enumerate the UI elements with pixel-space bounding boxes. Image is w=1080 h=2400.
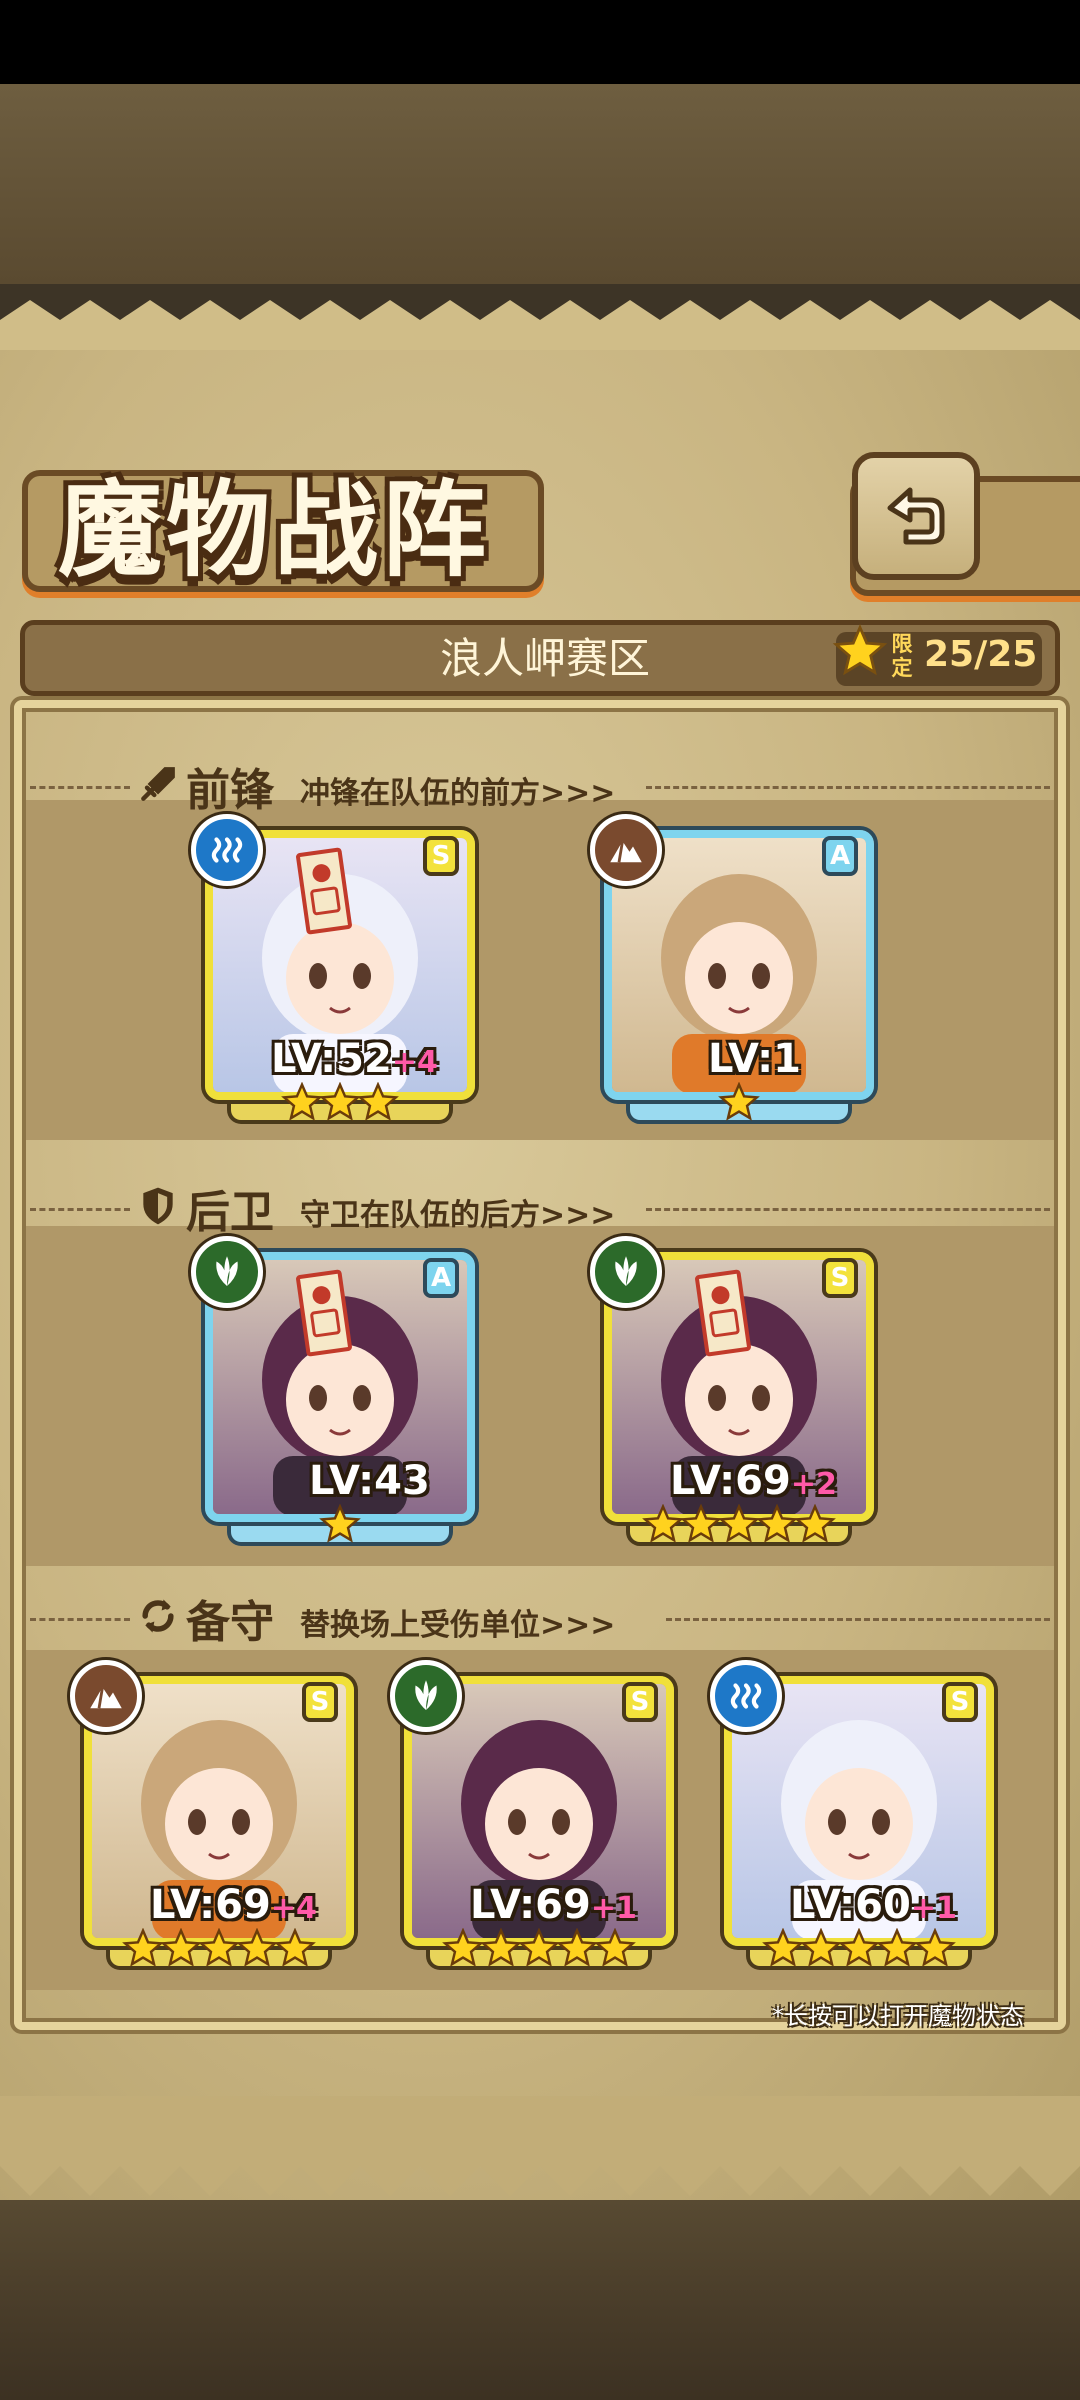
section-divider [646, 1208, 1050, 1211]
page-title: 魔物战阵 [58, 468, 491, 591]
star-icon [838, 1928, 880, 1967]
sword-icon [141, 767, 175, 801]
star-icon [556, 1928, 598, 1967]
level-value: LV:1 [708, 1036, 801, 1082]
earth-element-icon [590, 814, 662, 886]
level-label: LV:52+4 [271, 1036, 438, 1082]
level-label: LV:69+4 [150, 1882, 317, 1928]
level-value: LV:43 [309, 1458, 430, 1504]
level-bonus: +4 [391, 1045, 438, 1080]
star-rating [724, 1928, 994, 1970]
map-background-top [0, 84, 1080, 284]
star-icon [762, 1928, 804, 1967]
star-icon [122, 1928, 164, 1967]
level-bonus: +1 [910, 1891, 957, 1926]
section-divider [30, 1618, 130, 1621]
section-title: 备守 [186, 1597, 274, 1648]
star-icon [274, 1928, 316, 1967]
shield-icon [143, 1187, 173, 1225]
level-label: LV:69+2 [670, 1458, 837, 1504]
level-label: LV:60+1 [790, 1882, 957, 1928]
level-bonus: +1 [590, 1891, 637, 1926]
limit-label: 限定 [891, 632, 913, 680]
star-icon [756, 1504, 798, 1543]
star-rating [205, 1082, 475, 1124]
return-arrow-icon [887, 487, 945, 545]
star-icon [594, 1928, 636, 1967]
section-divider [30, 786, 130, 789]
back-button[interactable] [852, 452, 980, 580]
star-rating [205, 1504, 475, 1546]
star-icon [480, 1928, 522, 1967]
level-value: LV:69 [670, 1458, 791, 1504]
star-rating [84, 1928, 354, 1970]
rank-badge: A [822, 836, 858, 876]
torn-edge-bottom [0, 2096, 1080, 2196]
star-icon [800, 1928, 842, 1967]
rank-badge: S [302, 1682, 338, 1722]
star-rating [404, 1928, 674, 1970]
rank-badge: A [423, 1258, 459, 1298]
star-icon [642, 1504, 684, 1543]
star-rating [604, 1082, 874, 1124]
star-icon [319, 1504, 361, 1543]
section-title: 前锋 [186, 765, 274, 816]
star-icon [357, 1082, 399, 1121]
grass-element-icon [390, 1660, 462, 1732]
rearguard-slab [26, 1226, 1054, 1566]
swap-icon [142, 1599, 174, 1633]
grass-element-icon [191, 1236, 263, 1308]
rank-badge: S [622, 1682, 658, 1722]
torn-edge-top [0, 300, 1080, 350]
level-value: LV:52 [271, 1036, 392, 1082]
rank-badge: S [822, 1258, 858, 1298]
star-icon [281, 1082, 323, 1121]
star-rating [604, 1504, 874, 1546]
limit-star-icon [832, 624, 888, 676]
rank-badge: S [423, 836, 459, 876]
star-icon [442, 1928, 484, 1967]
star-icon [236, 1928, 278, 1967]
section-subtitle: 替换场上受伤单位>>> [300, 1608, 616, 1643]
star-icon [718, 1504, 760, 1543]
level-value: LV:69 [470, 1882, 591, 1928]
section-divider [30, 1208, 130, 1211]
level-label: LV:43 [309, 1458, 430, 1504]
level-value: LV:69 [150, 1882, 271, 1928]
earth-element-icon [70, 1660, 142, 1732]
star-icon [876, 1928, 918, 1967]
star-icon [319, 1082, 361, 1121]
section-divider [646, 786, 1050, 789]
level-label: LV:69+1 [470, 1882, 637, 1928]
section-subtitle: 冲锋在队伍的前方>>> [300, 776, 616, 811]
star-icon [914, 1928, 956, 1967]
limit-value: 25/25 [924, 634, 1038, 675]
star-icon [198, 1928, 240, 1967]
section-subtitle: 守卫在队伍的后方>>> [300, 1198, 616, 1233]
level-value: LV:60 [790, 1882, 911, 1928]
star-icon [518, 1928, 560, 1967]
water-element-icon [710, 1660, 782, 1732]
section-title: 后卫 [186, 1187, 274, 1238]
level-bonus: +2 [790, 1467, 837, 1502]
star-icon [718, 1082, 760, 1121]
grass-element-icon [590, 1236, 662, 1308]
star-icon [794, 1504, 836, 1543]
level-bonus: +4 [270, 1891, 317, 1926]
star-icon [160, 1928, 202, 1967]
water-element-icon [191, 814, 263, 886]
status-bar [0, 0, 1080, 84]
map-background-bottom [0, 2200, 1080, 2400]
footnote-hint: *长按可以打开魔物状态 [772, 2002, 1024, 2030]
rank-badge: S [942, 1682, 978, 1722]
vanguard-slab [26, 800, 1054, 1140]
star-icon [680, 1504, 722, 1543]
level-label: LV:1 [708, 1036, 801, 1082]
section-divider [666, 1618, 1050, 1621]
